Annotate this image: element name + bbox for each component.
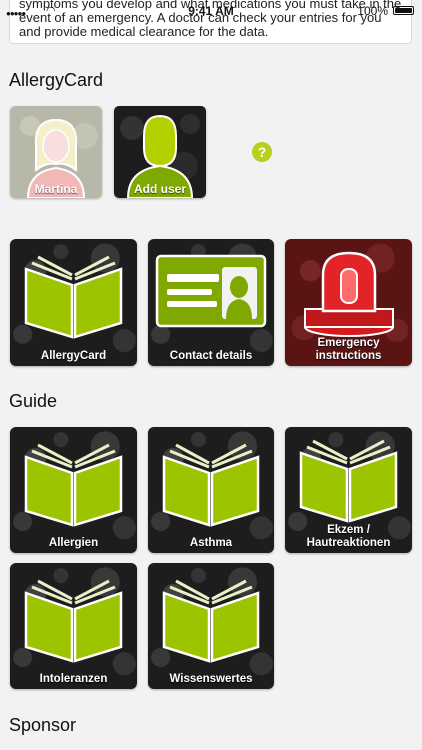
tile-allergycard[interactable]: AllergyCard [10,239,137,366]
battery-percent: 100% [357,4,388,18]
add-user-button[interactable]: Add user [114,106,206,198]
tile-intoleranzen[interactable]: Intoleranzen [10,563,137,689]
book-icon [24,255,123,339]
book-icon [24,443,123,527]
status-bar: ●●●●● ◠ 9:41 AM 100% [0,0,422,22]
help-icon[interactable]: ? [252,142,272,162]
tile-contact-details[interactable]: Contact details [148,239,274,366]
tile-allergien[interactable]: Allergien [10,427,137,553]
book-icon [162,579,260,663]
section-title-sponsor: Sponsor [9,715,77,735]
user-martina[interactable]: Martina [10,106,102,198]
tile-label: Contact details [169,350,253,362]
battery-icon [393,6,414,15]
book-icon [162,443,260,527]
tile-label: Asthma [189,537,233,549]
user-label: Martina [34,182,78,196]
tile-emergency-instructions[interactable]: Emergency instructions [285,239,412,366]
tile-label: Ekzem / Hautreaktionen [306,524,391,549]
section-title-allergycard: AllergyCard [9,70,104,90]
tile-label: Allergien [48,537,99,549]
tile-label: AllergyCard [40,350,107,362]
tile-wissenswertes[interactable]: Wissenswertes [148,563,274,689]
section-title-guide: Guide [9,391,58,411]
book-icon [24,579,123,663]
tile-label: Intoleranzen [39,673,108,685]
add-user-label: Add user [133,182,186,196]
tile-label: Wissenswertes [169,673,253,685]
id-card-icon [155,254,267,328]
tile-label: Emergency instructions [315,337,382,362]
tile-ekzem[interactable]: Ekzem / Hautreaktionen [285,427,412,553]
tile-asthma[interactable]: Asthma [148,427,274,553]
